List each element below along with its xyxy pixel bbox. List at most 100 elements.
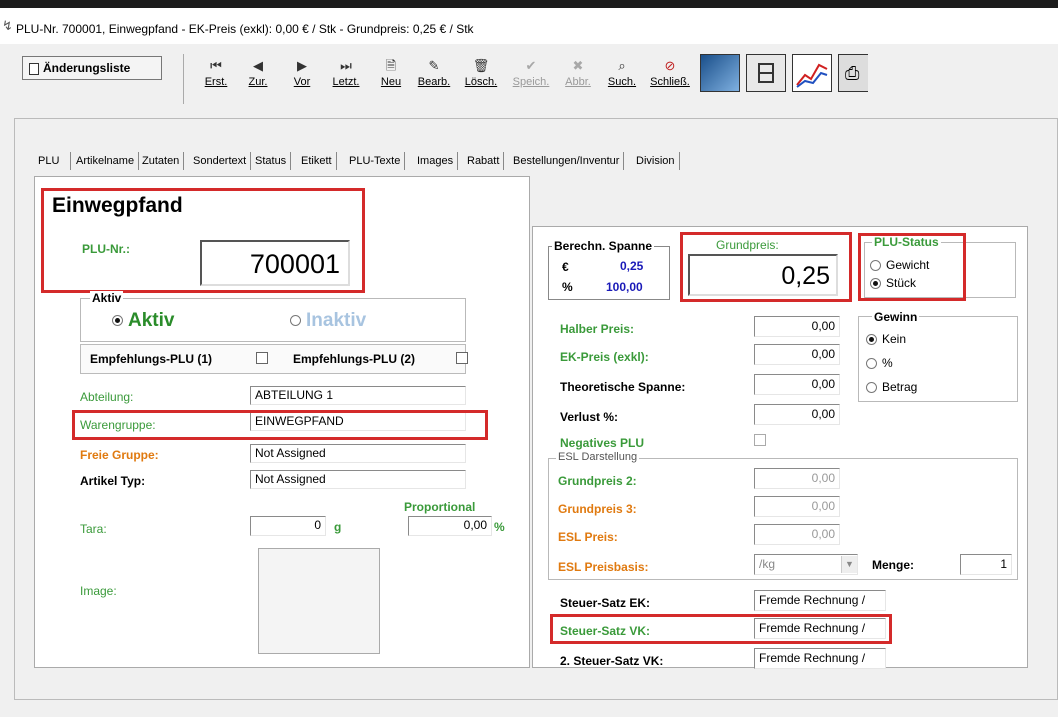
stop-icon: ⊘ [664,58,676,73]
edit-icon: ✎ [428,58,440,73]
warengruppe-field[interactable]: EINWEGPFAND [250,412,466,431]
gp3-field[interactable]: 0,00 [754,496,840,517]
tab-images[interactable]: Images [413,152,459,170]
tab-zutaten[interactable]: Zutaten [138,152,185,170]
tab-divider [70,152,71,170]
next-button[interactable]: ▶ Vor [284,56,320,106]
radio-kein-dot [866,334,877,346]
radio-pct-dot [866,358,877,370]
radio-inaktiv-dot [290,315,301,327]
radio-aktiv[interactable]: Aktiv [112,310,174,332]
typ-field[interactable]: Not Assigned [250,470,466,489]
eslb-label: ESL Preisbasis: [558,560,649,574]
pct-symbol: % [562,280,573,294]
cabinet-button[interactable] [746,54,786,92]
image-label: Image: [80,584,117,598]
changelist-label: Änderungsliste [43,61,131,75]
stvk-field[interactable]: Fremde Rechnung / [754,618,886,639]
esl-title: ESL Darstellung [556,451,640,463]
radio-kein[interactable]: Kein [866,332,906,346]
grundpreis-field[interactable]: 0,25 [688,254,838,296]
halber-label: Halber Preis: [560,322,635,336]
eslp-field[interactable]: 0,00 [754,524,840,545]
ek-label: EK-Preis (exkl): [560,350,649,364]
halber-field[interactable]: 0,00 [754,316,840,337]
plu-status-title: PLU-Status [872,235,941,249]
tara-field[interactable]: 0 [250,516,326,536]
emp2-checkbox[interactable] [456,352,468,364]
plu-field[interactable]: 700001 [200,240,350,286]
radio-betrag[interactable]: Betrag [866,380,917,394]
delete-button[interactable]: 🗑 Lösch. [460,56,502,106]
abteilung-label: Abteilung: [80,390,134,404]
last-button[interactable]: ⏭ Letzt. [326,56,366,106]
print-button[interactable]: ⎙ [838,54,868,92]
emp2-label: Empfehlungs-PLU (2) [293,352,415,366]
aktiv-group-title: Aktiv [90,291,124,305]
checkmark-icon: ✔ [525,58,537,73]
printer-icon: ⎙ [845,63,860,83]
radio-stueck-label: Stück [886,276,917,290]
stek-field[interactable]: Fremde Rechnung / [754,590,886,611]
chart-icon [796,63,828,88]
proportional-unit: % [494,520,505,534]
window-title: PLU-Nr. 700001, Einwegpfand - EK-Preis (… [16,22,474,36]
toolbar-separator [183,54,184,104]
st2-label: 2. Steuer-Satz VK: [560,654,664,668]
cabinet-icon [758,63,774,83]
menge-field[interactable]: 1 [960,554,1012,575]
new-button[interactable]: 🗎 Neu [376,56,406,106]
scale-logo-button[interactable] [700,54,740,92]
tab-rabatt[interactable]: Rabatt [463,152,505,170]
eslb-select[interactable]: /kg ▼ [754,554,858,575]
tab-artikelname[interactable]: Artikelname [72,152,140,170]
eur-value: 0,25 [620,259,644,273]
changelist-button[interactable]: Änderungsliste [22,56,162,80]
tab-etikett[interactable]: Etikett [297,152,337,170]
edit-button[interactable]: ✎ Bearb. [414,56,454,106]
radio-betrag-dot [866,382,877,394]
proportional-label: Proportional [404,500,476,514]
image-box[interactable] [258,548,380,654]
eslb-value: /kg [759,557,776,571]
stvk-label: Steuer-Satz VK: [560,624,651,638]
tab-division[interactable]: Division [632,152,680,170]
cancel-button[interactable]: ✖ Abbr. [560,56,596,106]
emp1-checkbox[interactable] [256,352,268,364]
ek-field[interactable]: 0,00 [754,344,840,365]
warengruppe-label: Warengruppe: [80,418,156,432]
radio-pct[interactable]: % [866,356,893,370]
neg-checkbox[interactable] [754,434,766,446]
theo-field[interactable]: 0,00 [754,374,840,395]
radio-pct-label: % [882,356,893,370]
tab-status[interactable]: Status [251,152,292,170]
first-button[interactable]: ⏮ Erst. [198,56,234,106]
prev-icon: ◀ [253,58,263,73]
radio-stueck[interactable]: Stück [870,276,916,290]
spanne-title: Berechn. Spanne [552,239,655,253]
tab-plu-texte[interactable]: PLU-Texte [345,152,406,170]
radio-inaktiv[interactable]: Inaktiv [290,310,366,332]
chart-button[interactable] [792,54,832,92]
tab-bestellungen[interactable]: Bestellungen/Inventur [509,152,625,170]
gp2-field[interactable]: 0,00 [754,468,840,489]
cross-icon: ✖ [572,58,584,73]
st2-field[interactable]: Fremde Rechnung / [754,648,886,669]
radio-gewicht[interactable]: Gewicht [870,258,929,272]
freie-label: Freie Gruppe: [80,448,159,462]
search-button[interactable]: ⌕ Such. [602,56,642,106]
verlust-field[interactable]: 0,00 [754,404,840,425]
freie-field[interactable]: Not Assigned [250,444,466,463]
prev-button[interactable]: ◀ Zur. [240,56,276,106]
new-document-icon: 🗎 [385,58,397,73]
tab-plu[interactable]: PLU [34,152,67,170]
save-button[interactable]: ✔ Speich. [508,56,554,106]
tab-sondertext[interactable]: Sondertext [189,152,252,170]
close-button[interactable]: ⊘ Schließ. [648,56,692,106]
abteilung-field[interactable]: ABTEILUNG 1 [250,386,466,405]
last-icon: ⏭ [340,58,352,73]
menge-label: Menge: [872,558,914,572]
radio-stueck-dot [870,278,881,290]
radio-kein-label: Kein [882,332,907,346]
proportional-field[interactable]: 0,00 [408,516,492,536]
